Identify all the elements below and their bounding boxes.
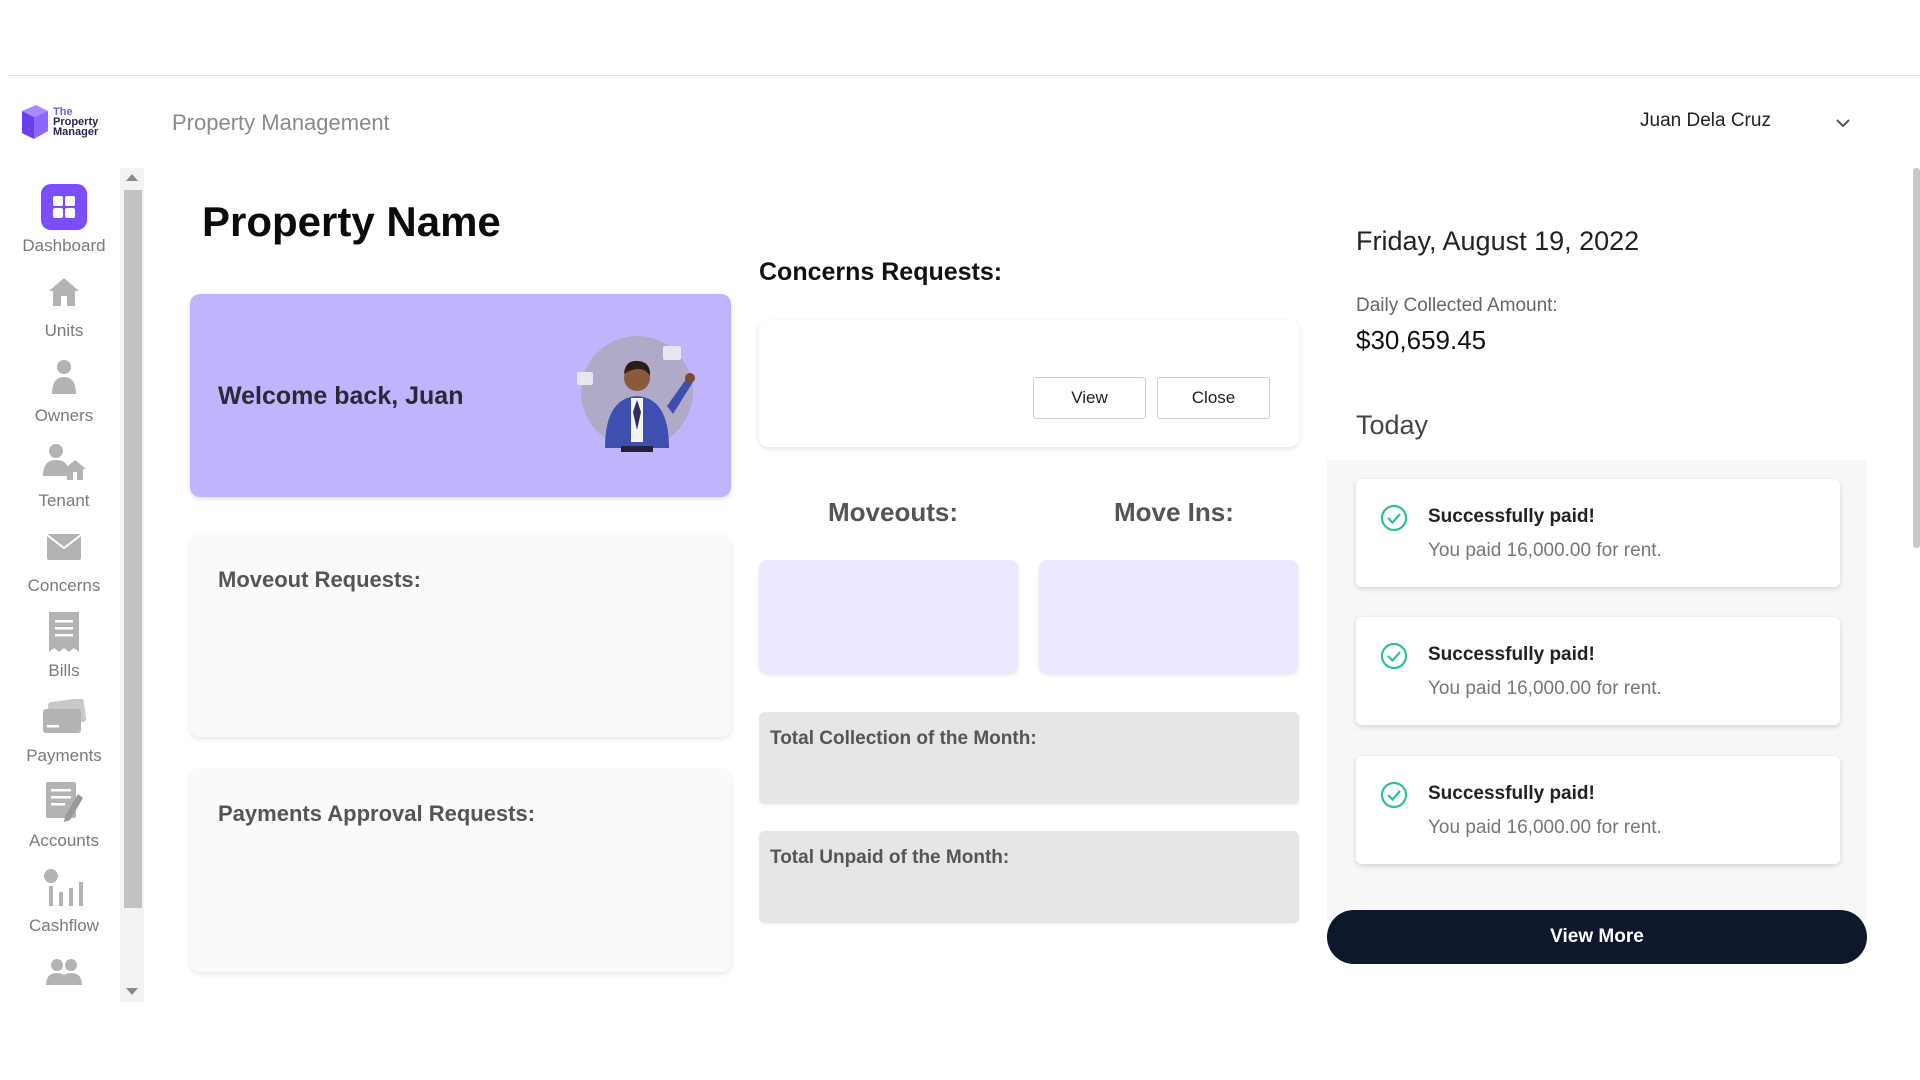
- payment-title: Successfully paid!: [1428, 506, 1595, 527]
- total-unpaid-label: Total Unpaid of the Month:: [770, 847, 1010, 868]
- accounts-icon: [41, 779, 87, 825]
- total-collection-label: Total Collection of the Month:: [770, 728, 1037, 749]
- payment-title: Successfully paid!: [1428, 644, 1595, 665]
- card-icon: [41, 694, 87, 740]
- check-circle-icon: [1380, 642, 1408, 670]
- sidebar-item-concerns[interactable]: Concerns: [0, 524, 128, 608]
- payment-notification[interactable]: Successfully paid! You paid 16,000.00 fo…: [1356, 756, 1840, 864]
- sidebar-item-label: Payments: [26, 746, 102, 765]
- check-circle-icon: [1380, 781, 1408, 809]
- sidebar-item-units[interactable]: Units: [0, 269, 128, 353]
- payments-approval-label: Payments Approval Requests:: [218, 801, 536, 826]
- cashflow-icon: [41, 864, 87, 910]
- payment-notification[interactable]: Successfully paid! You paid 16,000.00 fo…: [1356, 617, 1840, 725]
- sidebar-item-label: Units: [44, 321, 84, 340]
- sidebar-item-label: Concerns: [27, 576, 101, 595]
- total-unpaid-card: Total Unpaid of the Month:: [759, 831, 1299, 923]
- moveouts-title: Moveouts:: [828, 497, 958, 527]
- home-icon: [41, 269, 87, 315]
- sidebar-item-tenant[interactable]: Tenant: [0, 439, 128, 523]
- welcome-text: Welcome back, Juan: [218, 382, 464, 410]
- sidebar-item-group[interactable]: [0, 949, 128, 1002]
- current-date: Friday, August 19, 2022: [1356, 226, 1640, 256]
- payment-subtitle: You paid 16,000.00 for rent.: [1428, 678, 1662, 699]
- concerns-requests-title: Concerns Requests:: [759, 258, 1003, 286]
- check-circle-icon: [1380, 504, 1408, 532]
- tenant-icon: [41, 439, 87, 485]
- sidebar: Dashboard Units Owners Tenant Concerns B…: [0, 168, 144, 1002]
- concerns-requests-card: View Close: [759, 320, 1299, 447]
- payment-subtitle: You paid 16,000.00 for rent.: [1428, 817, 1662, 838]
- logo-line-3: Manager: [53, 126, 99, 138]
- payments-approval-card[interactable]: Payments Approval Requests:: [190, 769, 731, 972]
- welcome-card: Welcome back, Juan: [190, 294, 731, 497]
- person-icon: [41, 354, 87, 400]
- payment-subtitle: You paid 16,000.00 for rent.: [1428, 540, 1662, 561]
- scroll-up-arrow-icon[interactable]: [126, 174, 138, 181]
- page-scrollbar[interactable]: [1913, 168, 1920, 548]
- sidebar-item-accounts[interactable]: Accounts: [0, 779, 128, 863]
- close-button[interactable]: Close: [1157, 377, 1270, 419]
- sidebar-item-payments[interactable]: Payments: [0, 694, 128, 778]
- user-menu-name[interactable]: Juan Dela Cruz: [1640, 110, 1771, 132]
- receipt-icon: [41, 609, 87, 655]
- view-more-button[interactable]: View More: [1327, 910, 1867, 964]
- sidebar-item-label: Bills: [48, 661, 80, 680]
- group-icon: [41, 949, 87, 995]
- scroll-down-arrow-icon[interactable]: [126, 988, 138, 995]
- moveouts-card[interactable]: [759, 560, 1018, 673]
- dashboard-icon: [41, 184, 87, 230]
- daily-collected-label: Daily Collected Amount:: [1356, 295, 1558, 316]
- sidebar-item-label: Cashflow: [29, 916, 99, 935]
- moveins-card[interactable]: [1039, 560, 1298, 673]
- sidebar-item-cashflow[interactable]: Cashflow: [0, 864, 128, 948]
- today-heading: Today: [1356, 410, 1429, 440]
- logo-cube-icon: [20, 103, 50, 141]
- mail-icon: [41, 524, 87, 570]
- sidebar-item-dashboard[interactable]: Dashboard: [0, 184, 128, 268]
- sidebar-scroll-thumb[interactable]: [124, 190, 142, 908]
- app-title: Property Management: [172, 110, 390, 135]
- daily-collected-value: $30,659.45: [1356, 325, 1487, 355]
- sidebar-item-owners[interactable]: Owners: [0, 354, 128, 438]
- sidebar-item-label: Accounts: [29, 831, 99, 850]
- total-collection-card: Total Collection of the Month:: [759, 712, 1299, 804]
- payment-notification[interactable]: Successfully paid! You paid 16,000.00 fo…: [1356, 479, 1840, 587]
- page-title: Property Name: [202, 198, 501, 245]
- moveout-requests-label: Moveout Requests:: [218, 567, 421, 592]
- header: The Property Manager Property Management…: [0, 76, 1920, 168]
- sidebar-item-label: Dashboard: [22, 236, 106, 255]
- sidebar-item-label: Tenant: [38, 491, 90, 510]
- moveout-requests-card[interactable]: Moveout Requests:: [190, 535, 731, 737]
- moveins-title: Move Ins:: [1114, 497, 1234, 527]
- chevron-down-icon[interactable]: [1832, 112, 1854, 134]
- logo-text: The Property Manager: [53, 107, 99, 138]
- view-button[interactable]: View: [1033, 377, 1146, 419]
- sidebar-item-label: Owners: [34, 406, 94, 425]
- logo[interactable]: The Property Manager: [20, 101, 112, 143]
- payment-title: Successfully paid!: [1428, 783, 1595, 804]
- presenter-illustration-icon: [575, 334, 705, 454]
- sidebar-item-bills[interactable]: Bills: [0, 609, 128, 693]
